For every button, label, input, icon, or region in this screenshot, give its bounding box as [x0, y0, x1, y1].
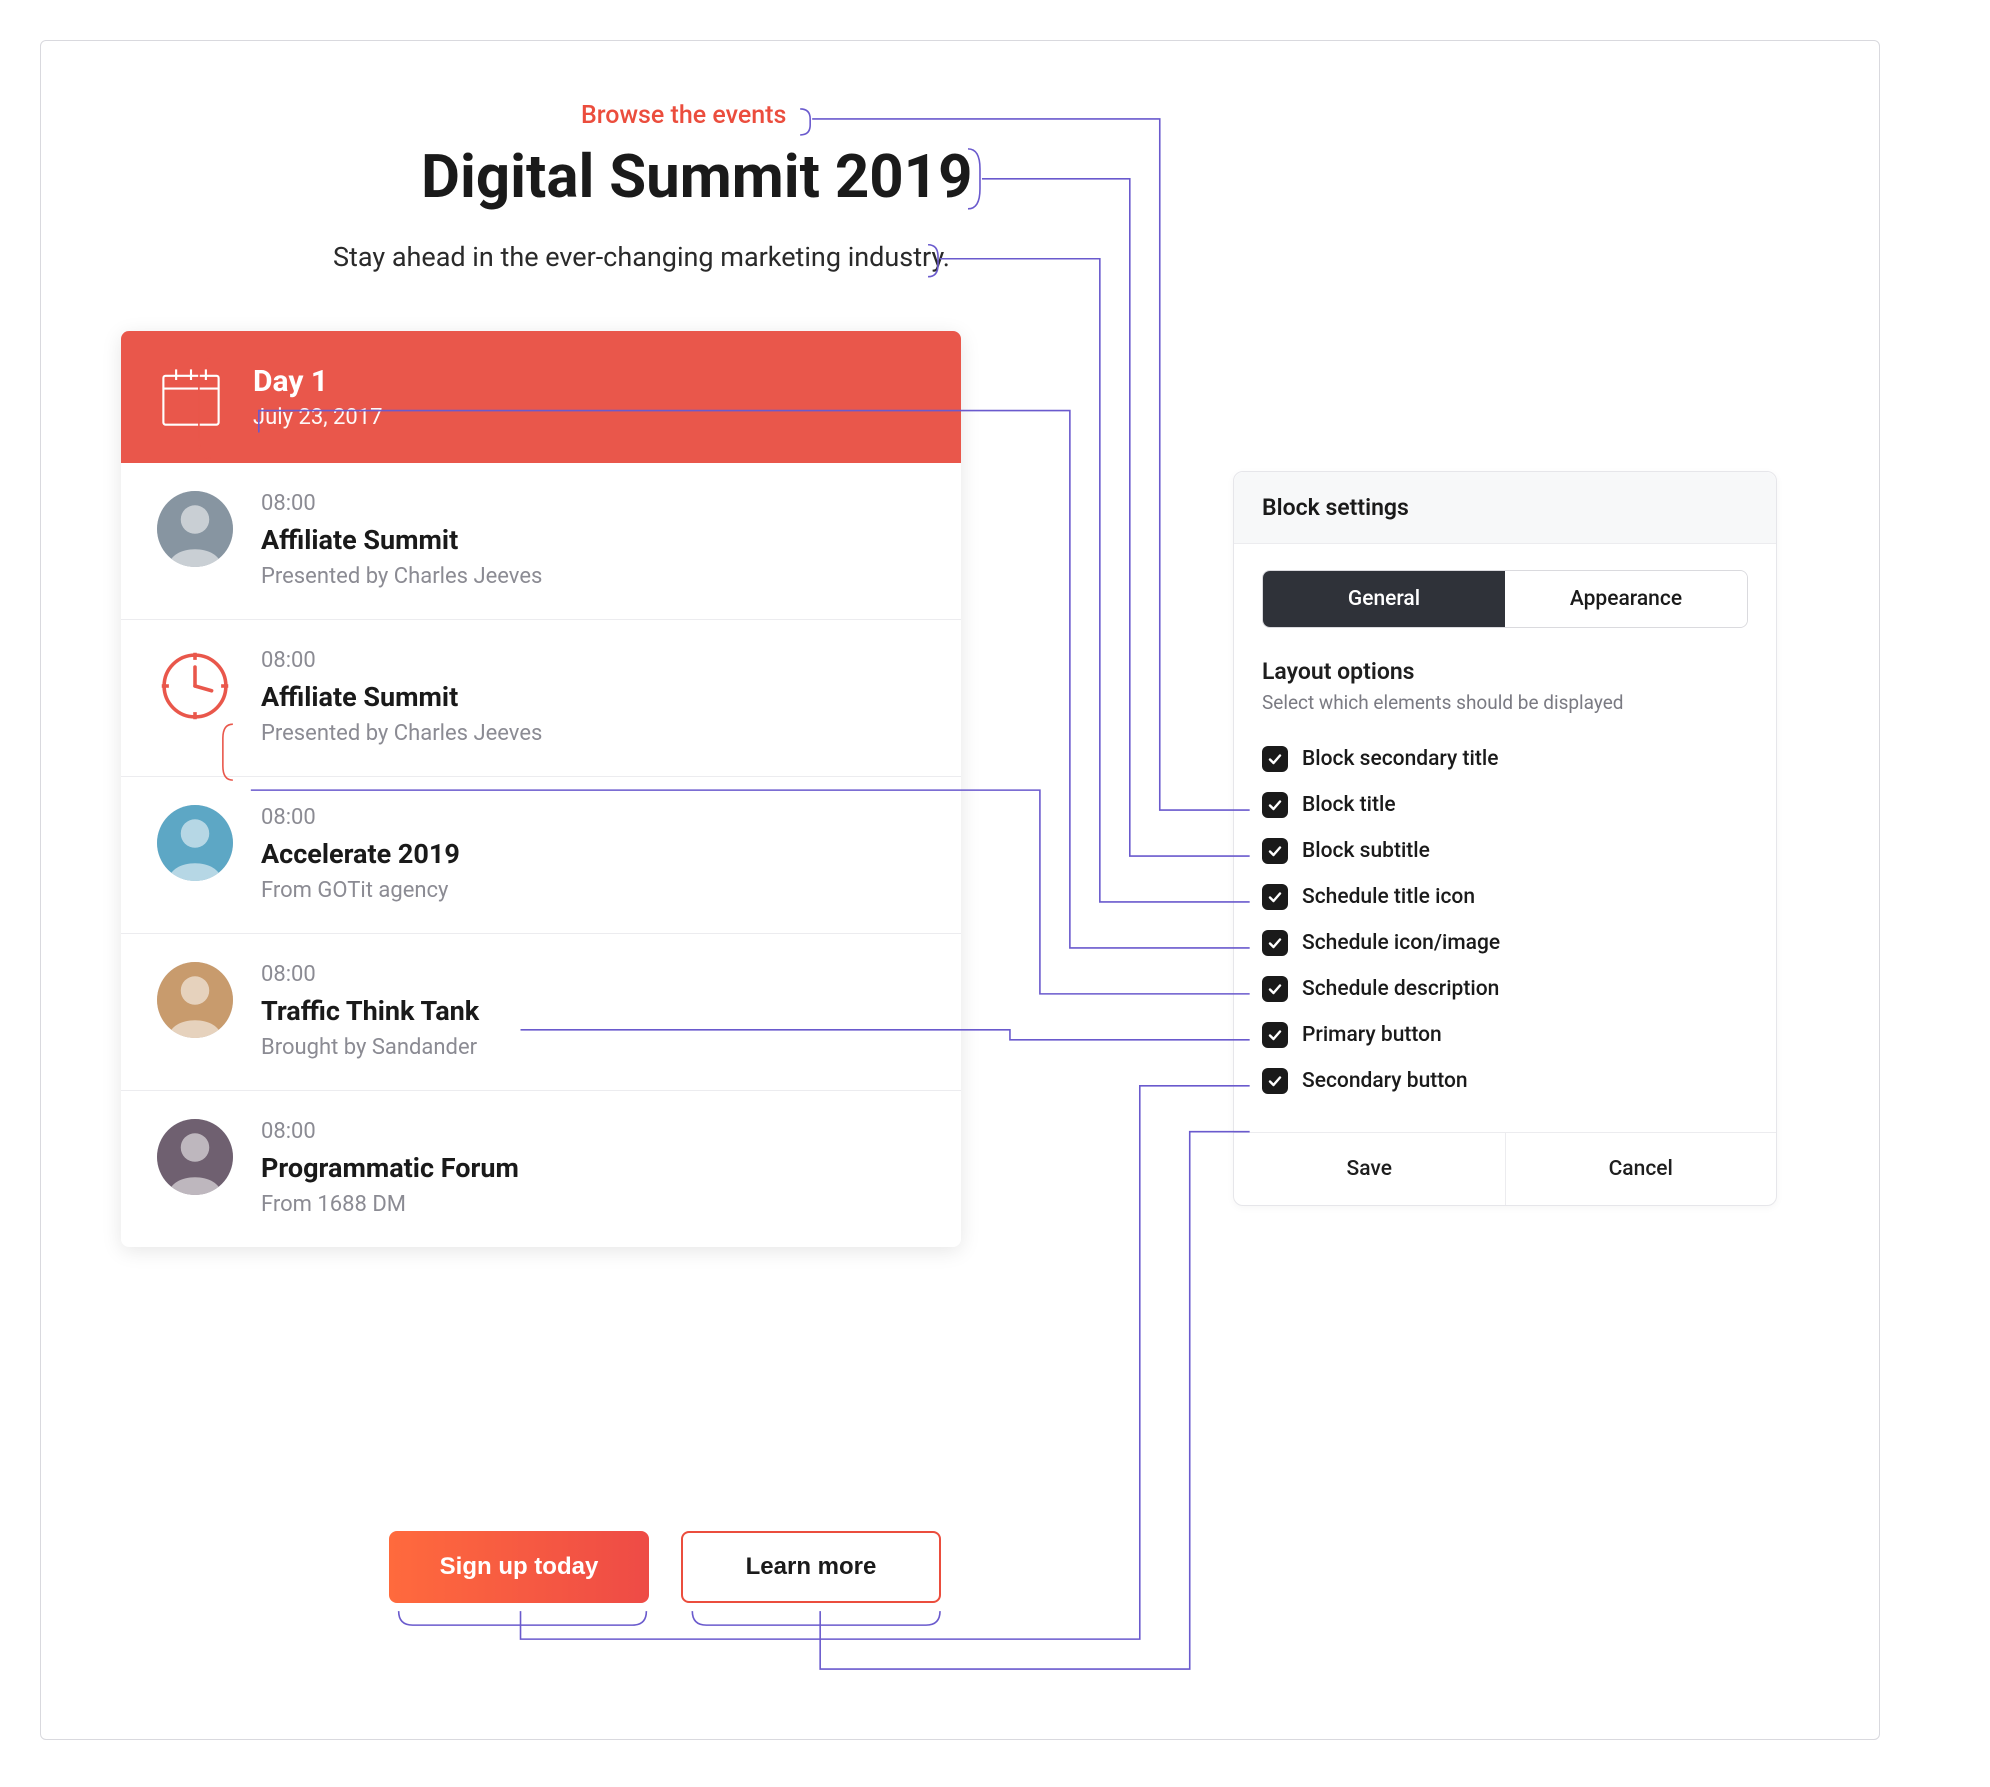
layout-option-row: Schedule icon/image: [1262, 920, 1748, 966]
checkbox[interactable]: [1262, 1068, 1288, 1094]
event-row: 08:00 Affiliate Summit Presented by Charle…: [121, 463, 961, 620]
event-description: Brought by Sandander: [261, 1035, 479, 1060]
block-secondary-title: Browse the events: [581, 101, 786, 130]
layout-option-label: Schedule title icon: [1302, 885, 1475, 909]
calendar-icon: [157, 363, 225, 431]
layout-option-label: Block title: [1302, 793, 1396, 817]
event-description: Presented by Charles Jeeves: [261, 564, 542, 589]
layout-options-subtitle: Select which elements should be displaye…: [1262, 691, 1748, 714]
checkbox[interactable]: [1262, 884, 1288, 910]
primary-button[interactable]: Sign up today: [389, 1531, 649, 1603]
layout-option-row: Primary button: [1262, 1012, 1748, 1058]
settings-panel: Block settings General Appearance Layout…: [1233, 471, 1777, 1206]
event-time: 08:00: [261, 962, 479, 987]
clock-icon: [157, 648, 233, 724]
checkbox[interactable]: [1262, 1022, 1288, 1048]
checkbox[interactable]: [1262, 838, 1288, 864]
layout-option-row: Schedule description: [1262, 966, 1748, 1012]
schedule-header: Day 1 July 23, 2017: [121, 331, 961, 463]
avatar: [157, 491, 233, 567]
layout-option-label: Block secondary title: [1302, 747, 1499, 771]
event-description: From 1688 DM: [261, 1192, 519, 1217]
layout-options-title: Layout options: [1262, 658, 1748, 685]
panel-footer: Save Cancel: [1234, 1132, 1776, 1205]
layout-option-row: Block secondary title: [1262, 736, 1748, 782]
event-time: 08:00: [261, 1119, 519, 1144]
event-time: 08:00: [261, 805, 460, 830]
block-subtitle: Stay ahead in the ever-changing marketin…: [333, 241, 950, 273]
block-title: Digital Summit 2019: [421, 141, 973, 212]
checkbox[interactable]: [1262, 746, 1288, 772]
canvas-frame: Browse the events Digital Summit 2019 St…: [40, 40, 1880, 1740]
schedule-day-label: Day 1: [253, 364, 382, 399]
event-row: 08:00 Accelerate 2019 From GOTit agency: [121, 777, 961, 934]
panel-heading: Block settings: [1234, 472, 1776, 544]
event-description: Presented by Charles Jeeves: [261, 721, 542, 746]
layout-option-row: Secondary button: [1262, 1058, 1748, 1104]
tab-general[interactable]: General: [1263, 571, 1505, 627]
save-button[interactable]: Save: [1234, 1133, 1505, 1205]
event-time: 08:00: [261, 491, 542, 516]
event-title: Programmatic Forum: [261, 1152, 519, 1184]
checkbox[interactable]: [1262, 976, 1288, 1002]
schedule-day-date: July 23, 2017: [253, 405, 382, 430]
avatar: [157, 1119, 233, 1195]
checkbox[interactable]: [1262, 930, 1288, 956]
tab-group: General Appearance: [1262, 570, 1748, 628]
event-title: Traffic Think Tank: [261, 995, 479, 1027]
avatar: [157, 962, 233, 1038]
event-row: 08:00 Programmatic Forum From 1688 DM: [121, 1091, 961, 1247]
tab-appearance[interactable]: Appearance: [1505, 571, 1747, 627]
event-title: Affiliate Summit: [261, 524, 542, 556]
layout-option-label: Schedule icon/image: [1302, 931, 1500, 955]
event-time: 08:00: [261, 648, 542, 673]
layout-option-label: Schedule description: [1302, 977, 1499, 1001]
button-row: Sign up today Learn more: [389, 1531, 941, 1603]
layout-option-label: Block subtitle: [1302, 839, 1430, 863]
event-row: 08:00 Traffic Think Tank Brought by Sandan…: [121, 934, 961, 1091]
layout-option-label: Secondary button: [1302, 1069, 1468, 1093]
layout-option-row: Block title: [1262, 782, 1748, 828]
layout-option-label: Primary button: [1302, 1023, 1442, 1047]
event-description: From GOTit agency: [261, 878, 460, 903]
schedule-card: Day 1 July 23, 2017 08:00 Affiliate Summi…: [121, 331, 961, 1247]
checkbox[interactable]: [1262, 792, 1288, 818]
secondary-button[interactable]: Learn more: [681, 1531, 941, 1603]
layout-option-row: Schedule title icon: [1262, 874, 1748, 920]
event-row: 08:00 Affiliate Summit Presented by Charle…: [121, 620, 961, 777]
layout-option-row: Block subtitle: [1262, 828, 1748, 874]
avatar: [157, 805, 233, 881]
event-title: Accelerate 2019: [261, 838, 460, 870]
cancel-button[interactable]: Cancel: [1505, 1133, 1777, 1205]
event-title: Affiliate Summit: [261, 681, 542, 713]
